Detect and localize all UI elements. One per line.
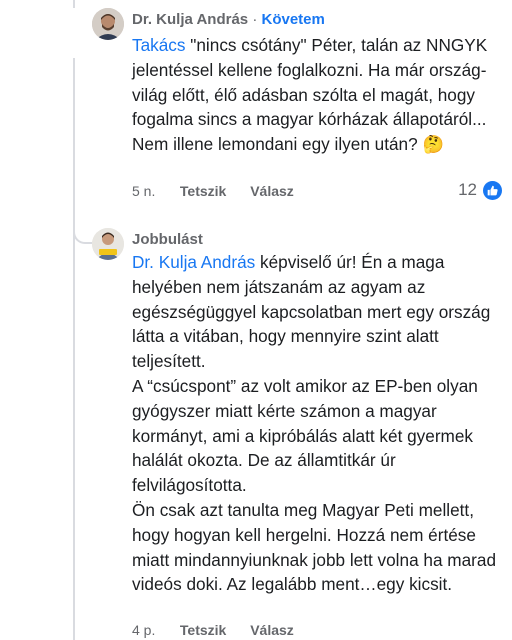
comment-actions: 4 p. Tetszik Válasz	[132, 622, 294, 638]
reaction-summary[interactable]: 12	[458, 180, 502, 200]
mention-link[interactable]: Dr. Kulja András	[132, 252, 255, 272]
avatar-photo-icon	[92, 228, 124, 260]
like-icon	[483, 180, 502, 200]
reply-button[interactable]: Válasz	[250, 622, 294, 638]
comment-actions: 5 n. Tetszik Válasz	[132, 183, 294, 199]
timestamp[interactable]: 5 n.	[132, 183, 176, 199]
comment-paragraph: Ön csak azt tanulta meg Magyar Peti mell…	[132, 499, 497, 595]
author-name[interactable]: Jobbulást	[132, 231, 203, 248]
reply-button[interactable]: Válasz	[250, 183, 294, 199]
like-button[interactable]: Tetszik	[180, 183, 226, 199]
timestamp[interactable]: 4 p.	[132, 622, 176, 638]
thread-branch	[73, 214, 93, 244]
avatar[interactable]	[92, 8, 124, 40]
comment-header: Jobbulást	[132, 231, 203, 248]
reaction-count: 12	[458, 180, 477, 199]
author-name[interactable]: Dr. Kulja András	[132, 11, 248, 28]
like-button[interactable]: Tetszik	[180, 622, 226, 638]
comment-text: Takács "nincs csótány" Péter, talán az N…	[132, 33, 502, 157]
thread-line-top	[73, 0, 75, 8]
mention-link[interactable]: Takács	[132, 35, 186, 55]
comment-text: Dr. Kulja András képviselő úr! Én a maga…	[132, 250, 502, 597]
comment-header: Dr. Kulja András · Követem	[132, 11, 325, 28]
comment-paragraph: A “csúcspont” az volt amikor az EP-ben o…	[132, 375, 478, 496]
avatar-photo-icon	[92, 8, 124, 40]
follow-button[interactable]: Követem	[261, 11, 324, 28]
thread-line	[73, 58, 75, 640]
separator-dot: ·	[252, 11, 258, 28]
avatar[interactable]	[92, 228, 124, 260]
comment-body: "nincs csótány" Péter, talán az NNGYK je…	[132, 35, 488, 155]
